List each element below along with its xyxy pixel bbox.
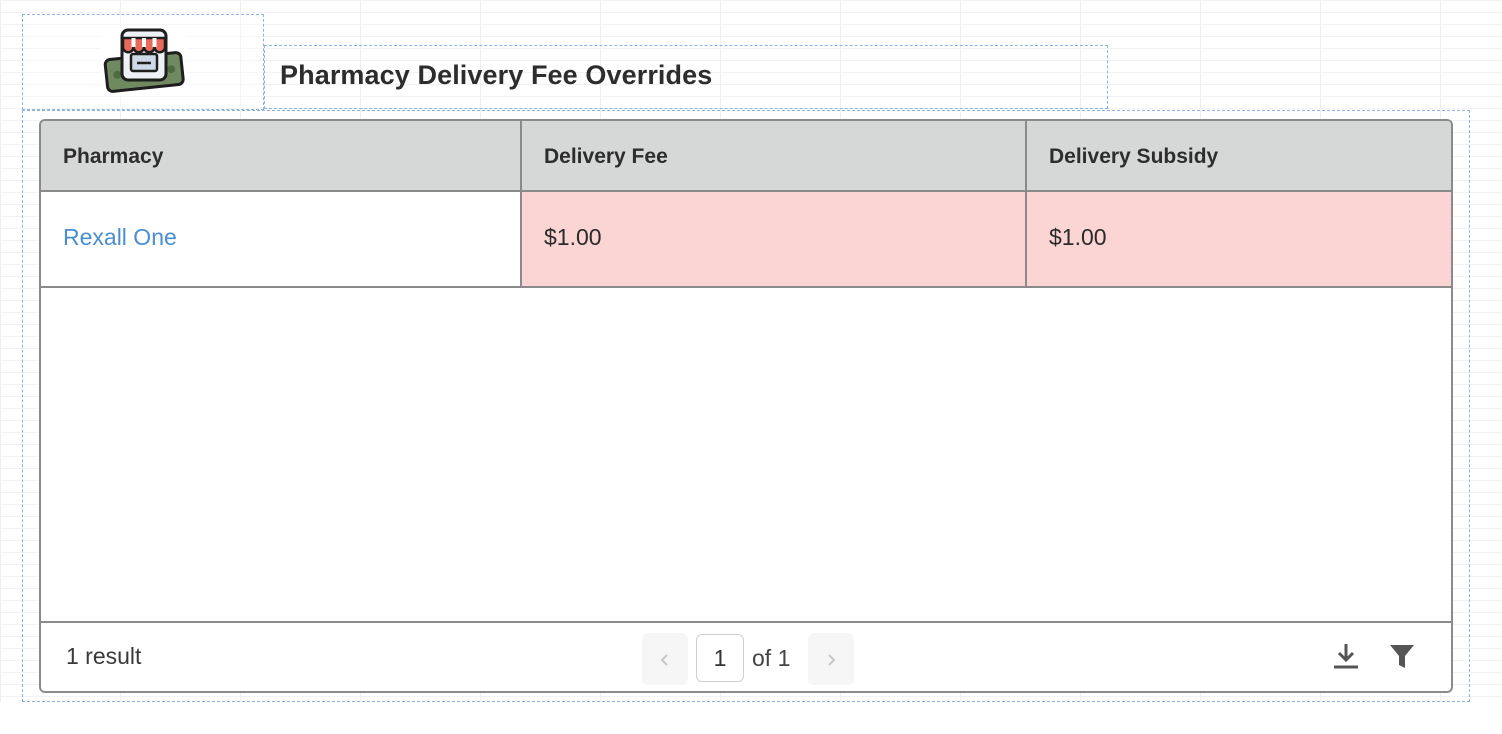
page-title: Pharmacy Delivery Fee Overrides: [280, 60, 713, 90]
cell-pharmacy: Rexall One: [41, 192, 520, 286]
storefront-icon: [101, 26, 187, 96]
result-count: 1 result: [66, 643, 142, 669]
prev-page-button[interactable]: [642, 633, 688, 685]
next-page-button[interactable]: [808, 633, 854, 685]
canvas-bottom-margin: [0, 702, 1502, 734]
column-header-delivery-fee[interactable]: Delivery Fee: [522, 121, 1025, 190]
chevron-left-icon: [660, 654, 668, 666]
download-button[interactable]: [1331, 641, 1361, 671]
filter-icon: [1390, 645, 1414, 668]
column-header-pharmacy[interactable]: Pharmacy: [41, 121, 520, 190]
page-number-input[interactable]: 1: [696, 634, 744, 682]
page-total-label: of 1: [752, 645, 791, 671]
chevron-right-icon: [828, 654, 836, 666]
data-table: Pharmacy Delivery Fee Delivery Subsidy R…: [39, 119, 1453, 693]
cell-delivery-fee: $1.00: [522, 192, 1025, 286]
table-header: Pharmacy Delivery Fee Delivery Subsidy: [41, 121, 1451, 192]
table-row[interactable]: Rexall One $1.00 $1.00: [41, 192, 1451, 288]
pharmacy-link[interactable]: Rexall One: [63, 224, 177, 250]
cell-delivery-subsidy: $1.00: [1027, 192, 1451, 286]
download-icon: [1334, 644, 1358, 669]
table-footer: 1 result 1 of 1: [41, 621, 1451, 691]
filter-button[interactable]: [1387, 641, 1417, 671]
column-header-delivery-subsidy[interactable]: Delivery Subsidy: [1027, 121, 1451, 190]
